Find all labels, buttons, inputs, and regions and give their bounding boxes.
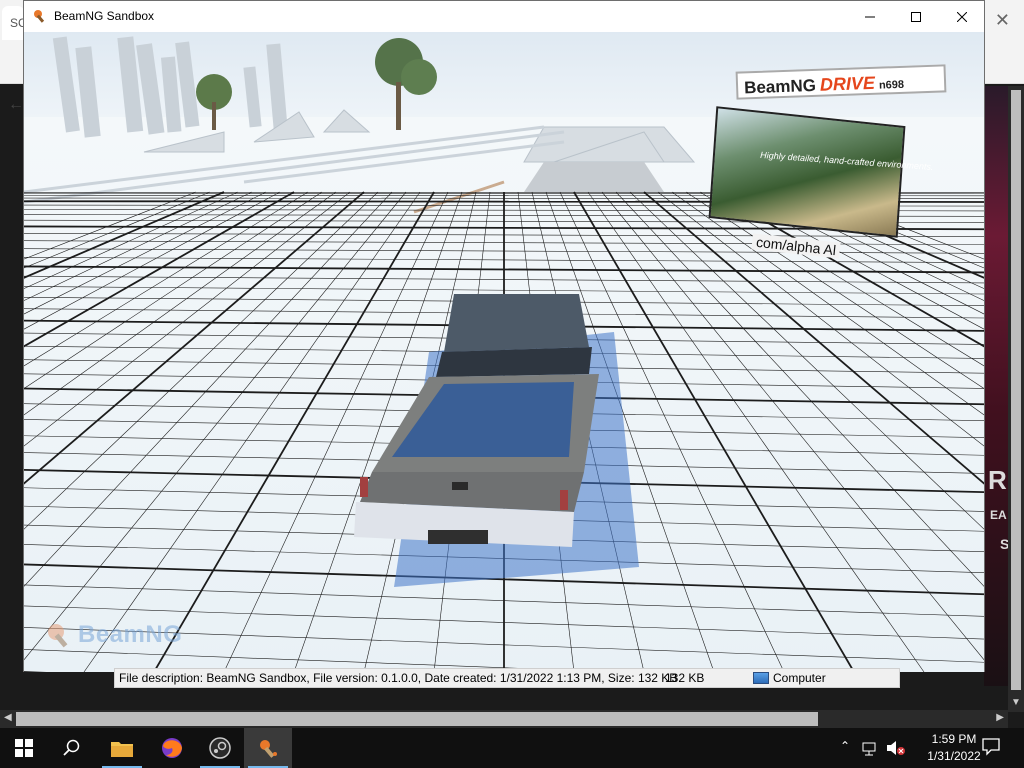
- volume-muted-icon[interactable]: [886, 740, 906, 761]
- taskbar: ⌃ 1:59 PM 1/31/2022: [0, 728, 1024, 768]
- background-close-icon[interactable]: ✕: [995, 10, 1010, 31]
- game-viewport[interactable]: BeamNG DRIVE n698 Highly detailed, hand-…: [24, 32, 984, 672]
- chevron-up-icon[interactable]: ⌃: [840, 739, 850, 753]
- windows-start-icon: [15, 739, 33, 757]
- scroll-right-arrow-icon[interactable]: ▶: [996, 712, 1004, 723]
- billboard-url: com/alpha Al: [751, 233, 841, 259]
- file-info-tooltip: File description: BeamNG Sandbox, File v…: [114, 668, 900, 688]
- billboard: BeamNG DRIVE n698 Highly detailed, hand-…: [708, 64, 947, 298]
- notification-icon[interactable]: [982, 738, 1000, 761]
- close-icon: [957, 11, 967, 22]
- watermark-text: BeamNG: [78, 621, 183, 648]
- file-explorer-button[interactable]: [98, 728, 146, 768]
- background-art-text: R: [988, 465, 1007, 495]
- file-description: File description: BeamNG Sandbox, File v…: [119, 671, 678, 685]
- beamng-icon: [260, 740, 277, 758]
- steam-icon: [209, 737, 231, 759]
- firefox-icon: [162, 738, 182, 758]
- game-window: BeamNG Sandbox BeamNG DRIVE n698 Highly …: [23, 0, 985, 672]
- search-icon: [63, 739, 80, 756]
- beamng-logo-icon: [48, 624, 68, 648]
- start-button[interactable]: [0, 728, 48, 768]
- zone-label: Computer: [773, 671, 826, 685]
- scroll-left-arrow-icon[interactable]: ◀: [4, 712, 12, 723]
- steam-button[interactable]: [196, 728, 244, 768]
- billboard-logo: BeamNG DRIVE n698: [735, 64, 947, 100]
- beamng-taskbar-button[interactable]: [244, 728, 292, 768]
- network-icon[interactable]: [862, 740, 880, 761]
- firefox-button[interactable]: [148, 728, 196, 768]
- computer-icon: [753, 672, 769, 684]
- minimize-icon: [865, 16, 875, 17]
- horizontal-scrollbar[interactable]: ◀ ▶: [0, 710, 1008, 728]
- runway-strip: [524, 162, 664, 192]
- close-button[interactable]: [939, 1, 985, 32]
- zone-info: Computer: [753, 671, 826, 685]
- minimize-button[interactable]: [847, 1, 893, 32]
- scroll-down-arrow-icon[interactable]: ▼: [1011, 697, 1021, 708]
- vertical-scrollbar-thumb[interactable]: [1011, 90, 1021, 690]
- billboard-brand: BeamNG: [743, 75, 817, 98]
- horizontal-scrollbar-thumb[interactable]: [16, 712, 818, 726]
- title-bar[interactable]: BeamNG Sandbox: [24, 1, 984, 32]
- beamng-app-icon: [32, 8, 48, 24]
- search-button[interactable]: [48, 728, 96, 768]
- billboard-product: DRIVE: [819, 72, 876, 95]
- maximize-button[interactable]: [893, 1, 939, 32]
- background-artwork: [984, 86, 1008, 686]
- back-arrow-icon[interactable]: ←: [8, 96, 24, 114]
- background-art-text: EA: [990, 508, 1007, 522]
- file-size: 132 KB: [665, 671, 705, 685]
- window-title: BeamNG Sandbox: [54, 9, 155, 23]
- beamng-watermark: BeamNG: [44, 620, 182, 650]
- desktop: SC ✕ ← ☰ R EA S ▼ ◀ ▶ B: [0, 0, 1024, 768]
- folder-icon: [111, 742, 133, 757]
- billboard-build: n698: [878, 78, 905, 92]
- background-tab[interactable]: SC: [2, 6, 27, 40]
- vertical-scrollbar[interactable]: ▼: [1008, 86, 1024, 712]
- maximize-icon: [911, 11, 921, 22]
- billboard-image: [708, 106, 906, 238]
